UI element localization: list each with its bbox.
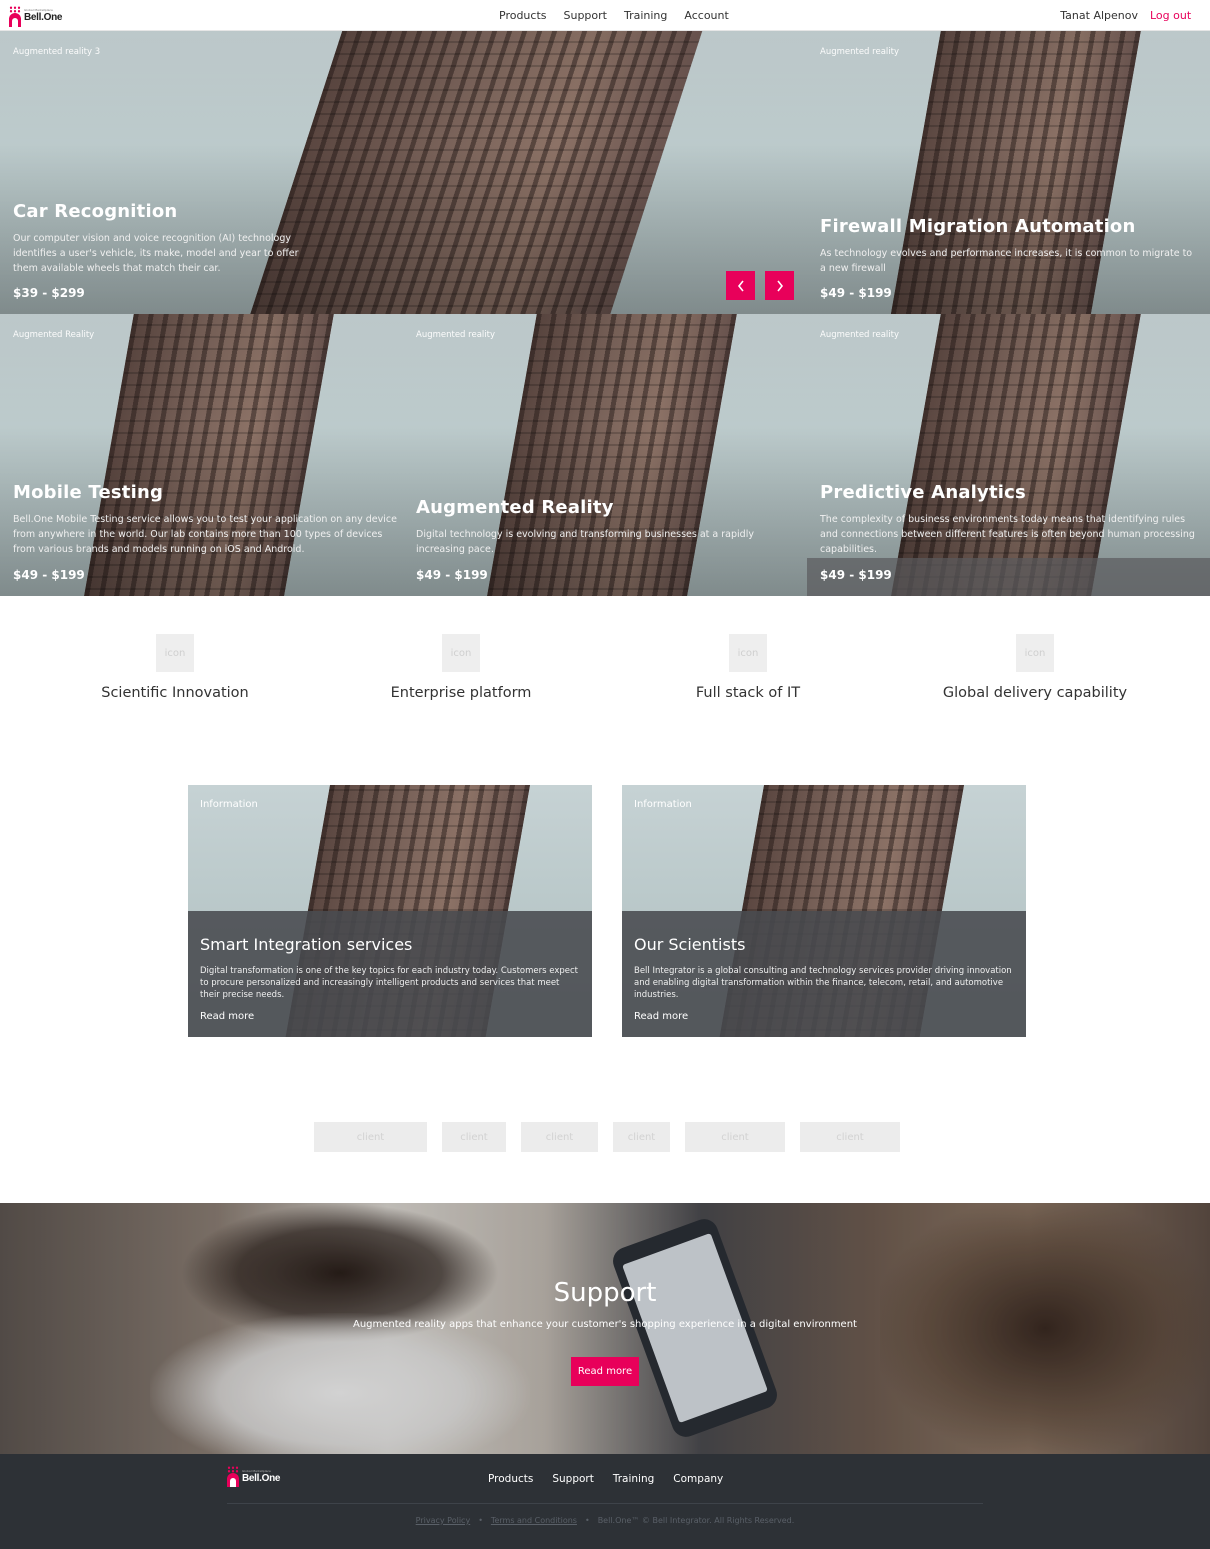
client-logo[interactable]: client	[442, 1122, 506, 1152]
support-subtitle: Augmented reality apps that enhance your…	[353, 1319, 857, 1330]
hero-main-desc: Our computer vision and voice recognitio…	[13, 233, 299, 274]
terms-link[interactable]: Terms and Conditions	[491, 1516, 577, 1525]
feature-icon: icon	[442, 634, 480, 672]
logo-mark-icon	[227, 1466, 239, 1487]
feature-global-delivery: icon Global delivery capability	[935, 634, 1135, 701]
product-price: $49 - $199	[13, 568, 85, 582]
logo-name: Bell.One	[24, 12, 63, 23]
footer: Global Marketplace Bell.One Products Sup…	[0, 1454, 1210, 1549]
info-card-our-scientists[interactable]: Information Our Scientists Bell Integrat…	[622, 785, 1026, 1037]
feature-label: Enterprise platform	[390, 685, 532, 701]
client-logo[interactable]: client	[685, 1122, 785, 1152]
hero-side-tile[interactable]: Augmented reality Firewall Migration Aut…	[807, 31, 1210, 314]
feature-enterprise-platform: icon Enterprise platform	[361, 634, 561, 701]
product-desc: Digital technology is evolving and trans…	[416, 529, 754, 555]
footer-legal: Privacy Policy • Terms and Conditions • Bell…	[415, 1516, 795, 1525]
client-logo[interactable]: client	[521, 1122, 598, 1152]
read-more-link[interactable]: Read more	[200, 1011, 254, 1022]
product-tile-predictive-analytics[interactable]: Augmented reality Predictive Analytics T…	[807, 314, 1210, 596]
logo-mark-icon	[9, 5, 21, 27]
nav-products[interactable]: Products	[499, 9, 547, 22]
hero-main-title: Car Recognition	[13, 201, 178, 222]
product-tag: Augmented reality	[820, 330, 899, 340]
hero-side-price: $49 - $199	[820, 286, 892, 300]
info-card-smart-integration[interactable]: Information Smart Integration services D…	[188, 785, 592, 1037]
product-tile-augmented-reality[interactable]: Augmented reality Augmented Reality Digi…	[403, 314, 807, 596]
feature-icon: icon	[729, 634, 767, 672]
footer-divider	[227, 1503, 983, 1504]
chevron-left-icon	[737, 280, 744, 291]
product-price: $49 - $199	[820, 568, 892, 582]
product-title: Predictive Analytics	[820, 482, 1026, 503]
footer-nav-support[interactable]: Support	[552, 1473, 594, 1485]
nav-account[interactable]: Account	[684, 9, 728, 22]
support-read-more-button[interactable]: Read more	[571, 1357, 639, 1386]
feature-scientific-innovation: icon Scientific Innovation	[75, 634, 275, 701]
hero-side-desc: As technology evolves and performance in…	[820, 248, 1193, 274]
client-logo[interactable]: client	[800, 1122, 900, 1152]
feature-label: Scientific Innovation	[101, 685, 249, 701]
logout-link[interactable]: Log out	[1150, 9, 1191, 22]
feature-label: Full stack of IT	[695, 685, 801, 701]
client-logo[interactable]: client	[314, 1122, 427, 1152]
carousel-prev-button[interactable]	[726, 271, 755, 300]
read-more-link[interactable]: Read more	[634, 1011, 688, 1022]
footer-logo[interactable]: Global Marketplace Bell.One	[227, 1466, 280, 1487]
chevron-right-icon	[776, 280, 783, 291]
product-price: $49 - $199	[416, 568, 488, 582]
info-card-tag: Information	[634, 799, 692, 810]
support-title: Support	[553, 1278, 657, 1308]
product-tag: Augmented Reality	[13, 330, 95, 340]
product-title: Augmented Reality	[416, 497, 614, 518]
product-tile-mobile-testing[interactable]: Augmented Reality Mobile Testing Bell.On…	[0, 314, 403, 596]
logo-name: Bell.One	[242, 1472, 281, 1484]
client-logo[interactable]: client	[613, 1122, 670, 1152]
support-banner: Support Augmented reality apps that enha…	[0, 1203, 1210, 1454]
footer-nav-products[interactable]: Products	[488, 1473, 533, 1485]
product-desc: Bell.One Mobile Testing service allows y…	[13, 514, 397, 555]
info-card-desc: Digital transformation is one of the key…	[200, 966, 578, 1000]
product-desc: The complexity of business environments …	[820, 514, 1195, 555]
privacy-policy-link[interactable]: Privacy Policy	[416, 1516, 471, 1525]
hero-main-tile[interactable]: Augmented reality 3 Car Recognition Our …	[0, 31, 807, 314]
hero-side-title: Firewall Migration Automation	[820, 216, 1136, 237]
copyright-text: Bell.One™ © Bell Integrator. All Rights …	[597, 1516, 795, 1525]
feature-label: Global delivery capability	[942, 685, 1128, 701]
info-card-desc: Bell Integrator is a global consulting a…	[634, 966, 1012, 1000]
footer-nav-company[interactable]: Company	[673, 1473, 723, 1485]
user-name[interactable]: Tanat Alpenov	[1060, 9, 1138, 22]
top-header: Global Marketplace Bell.One Products Sup…	[0, 0, 1210, 31]
main-nav: Products Support Training Account	[499, 9, 746, 22]
hero-main-tag: Augmented reality 3	[13, 47, 101, 57]
info-card-title: Our Scientists	[634, 935, 746, 954]
footer-nav-training[interactable]: Training	[613, 1473, 654, 1485]
hero-main-price: $39 - $299	[13, 286, 85, 300]
nav-support[interactable]: Support	[564, 9, 607, 22]
hero-side-tag: Augmented reality	[820, 47, 899, 57]
product-title: Mobile Testing	[13, 482, 164, 503]
nav-training[interactable]: Training	[624, 9, 667, 22]
feature-icon: icon	[156, 634, 194, 672]
feature-icon: icon	[1016, 634, 1054, 672]
feature-full-stack: icon Full stack of IT	[648, 634, 848, 701]
brand-logo[interactable]: Global Marketplace Bell.One	[9, 5, 65, 27]
carousel-next-button[interactable]	[765, 271, 794, 300]
info-card-tag: Information	[200, 799, 258, 810]
product-tag: Augmented reality	[416, 330, 495, 340]
footer-nav: Products Support Training Company	[488, 1473, 742, 1485]
info-card-title: Smart Integration services	[200, 935, 413, 954]
